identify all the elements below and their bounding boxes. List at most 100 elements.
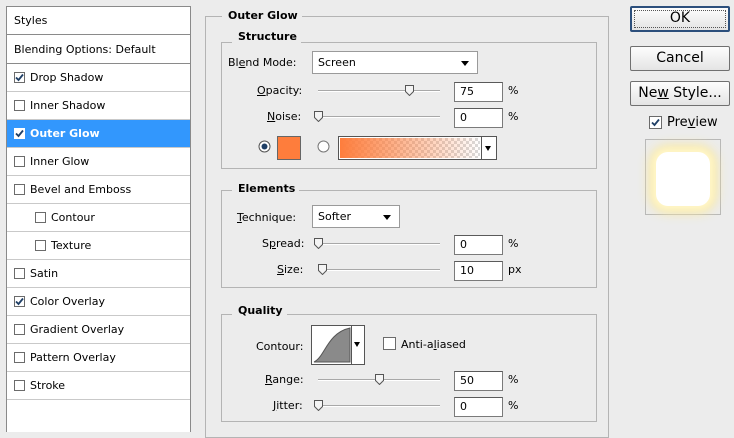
jitter-input[interactable]: 0	[454, 397, 503, 417]
style-item-checkbox[interactable]	[14, 352, 25, 363]
style-item-checkbox[interactable]	[14, 72, 25, 83]
style-item-label: Drop Shadow	[30, 71, 104, 84]
range-slider-thumb[interactable]	[374, 374, 384, 385]
gradient-radio[interactable]	[317, 140, 330, 153]
style-item-drop-shadow[interactable]: Drop Shadow	[7, 64, 190, 92]
range-label: Range:	[265, 373, 304, 386]
style-item-label: Inner Shadow	[30, 99, 106, 112]
style-item-checkbox[interactable]	[35, 240, 46, 251]
style-item-gradient-overlay[interactable]: Gradient Overlay	[7, 316, 190, 344]
style-item-label: Contour	[51, 211, 95, 224]
quality-title: Quality	[232, 304, 287, 318]
noise-label: Noise:	[267, 110, 302, 123]
style-item-checkbox[interactable]	[14, 296, 25, 307]
style-item-stroke[interactable]: Stroke	[7, 372, 190, 400]
style-item-checkbox[interactable]	[14, 156, 25, 167]
style-item-label: Bevel and Emboss	[30, 183, 132, 196]
opacity-slider-track[interactable]	[318, 90, 440, 92]
style-item-texture[interactable]: Texture	[7, 232, 190, 260]
preview-glow-square	[656, 152, 710, 206]
style-item-contour[interactable]: Contour	[7, 204, 190, 232]
gradient-dropdown-button[interactable]	[481, 137, 496, 159]
styles-header[interactable]: Styles	[7, 7, 190, 35]
noise-slider-thumb[interactable]	[313, 111, 323, 122]
style-item-label: Satin	[30, 267, 59, 280]
contour-curve-icon	[313, 327, 351, 363]
contour-picker[interactable]	[311, 325, 365, 365]
glow-gradient-picker[interactable]	[338, 136, 497, 160]
spread-input[interactable]: 0	[454, 235, 503, 255]
blend-mode-value: Screen	[318, 56, 356, 69]
gradient-preview	[340, 138, 480, 158]
noise-unit: %	[508, 110, 519, 123]
anti-aliased-checkbox[interactable]	[383, 337, 396, 350]
anti-aliased-label: Anti-aliased	[401, 338, 466, 351]
opacity-slider-thumb[interactable]	[405, 85, 414, 96]
opacity-input[interactable]: 75	[454, 82, 503, 102]
style-item-label: Texture	[51, 239, 92, 252]
style-preview	[645, 139, 721, 215]
size-unit: px	[508, 263, 522, 276]
style-item-pattern-overlay[interactable]: Pattern Overlay	[7, 344, 190, 372]
preview-checkbox[interactable]	[649, 116, 662, 129]
range-input[interactable]: 50	[454, 371, 503, 391]
style-item-inner-glow[interactable]: Inner Glow	[7, 148, 190, 176]
style-item-label: Pattern Overlay	[30, 351, 116, 364]
chevron-down-icon	[461, 61, 469, 66]
elements-title: Elements	[232, 182, 300, 196]
jitter-slider-thumb[interactable]	[313, 400, 323, 411]
size-input[interactable]: 10	[454, 261, 503, 281]
contour-label: Contour:	[256, 340, 304, 353]
style-item-satin[interactable]: Satin	[7, 260, 190, 288]
style-item-label: Color Overlay	[30, 295, 105, 308]
ok-button[interactable]: OK	[630, 6, 730, 32]
blend-mode-label: Blend Mode:	[228, 56, 297, 69]
noise-input[interactable]: 0	[454, 108, 503, 128]
style-item-checkbox[interactable]	[14, 324, 25, 335]
glow-color-swatch[interactable]	[277, 136, 301, 160]
style-item-checkbox[interactable]	[14, 268, 25, 279]
style-item-bevel-and-emboss[interactable]: Bevel and Emboss	[7, 176, 190, 204]
jitter-slider-track[interactable]	[318, 405, 440, 407]
style-item-label: Gradient Overlay	[30, 323, 125, 336]
noise-slider-track[interactable]	[318, 116, 440, 118]
size-slider-track[interactable]	[318, 269, 440, 271]
spread-unit: %	[508, 237, 519, 250]
style-item-color-overlay[interactable]: Color Overlay	[7, 288, 190, 316]
style-item-checkbox[interactable]	[14, 100, 25, 111]
style-item-checkbox[interactable]	[14, 380, 25, 391]
range-unit: %	[508, 373, 519, 386]
outer-glow-title: Outer Glow	[222, 9, 302, 23]
size-label: Size:	[277, 263, 304, 276]
chevron-down-icon	[383, 215, 391, 220]
blending-options-label: Blending Options: Default	[14, 42, 156, 56]
new-style-button[interactable]: New Style...	[630, 81, 730, 106]
style-item-inner-shadow[interactable]: Inner Shadow	[7, 92, 190, 120]
spread-slider-track[interactable]	[318, 243, 440, 245]
style-item-label: Inner Glow	[30, 155, 90, 168]
spread-slider-thumb[interactable]	[313, 238, 323, 249]
styles-header-label: Styles	[14, 14, 48, 27]
blending-options-item[interactable]: Blending Options: Default	[7, 35, 190, 64]
opacity-unit: %	[508, 84, 519, 97]
technique-value: Softer	[318, 210, 351, 223]
style-item-label: Outer Glow	[30, 127, 100, 140]
style-item-checkbox[interactable]	[14, 128, 25, 139]
structure-title: Structure	[232, 30, 301, 44]
checkmark-icon	[651, 118, 660, 127]
size-slider-thumb[interactable]	[318, 264, 328, 275]
preview-label: Preview	[667, 115, 718, 130]
chevron-down-icon	[354, 342, 360, 347]
technique-select[interactable]: Softer	[312, 205, 400, 228]
style-item-outer-glow[interactable]: Outer Glow	[7, 120, 190, 148]
contour-dropdown-button[interactable]	[351, 326, 364, 364]
style-item-checkbox[interactable]	[35, 212, 46, 223]
blend-mode-select[interactable]: Screen	[312, 51, 478, 74]
solid-color-radio[interactable]	[258, 140, 271, 153]
opacity-label: Opacity:	[257, 84, 303, 97]
style-item-label: Stroke	[30, 379, 66, 392]
styles-list: Styles Blending Options: Default Drop Sh…	[6, 6, 191, 432]
chevron-down-icon	[485, 146, 491, 151]
cancel-button[interactable]: Cancel	[630, 46, 730, 71]
style-item-checkbox[interactable]	[14, 184, 25, 195]
